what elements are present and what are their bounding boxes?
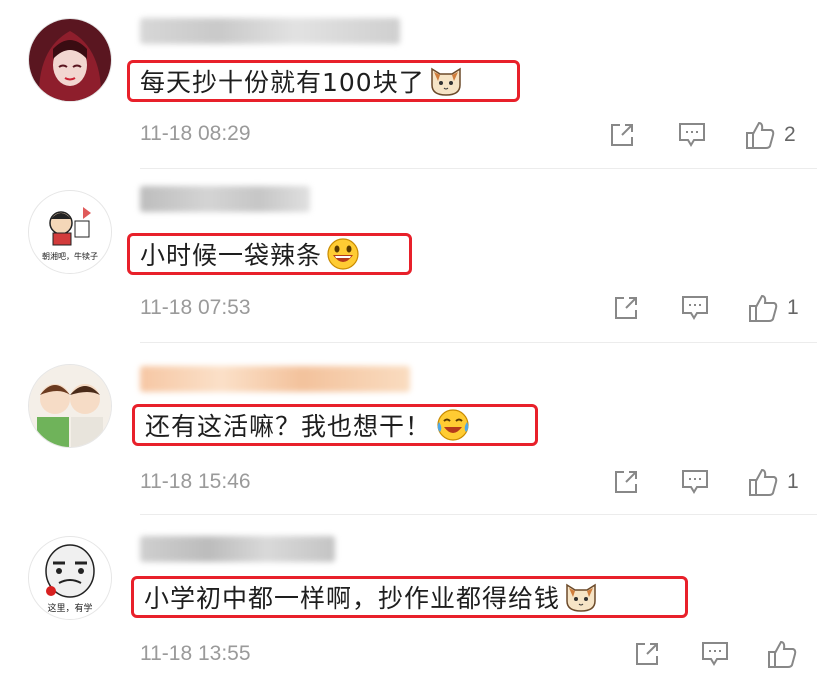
thumbs-up-icon <box>749 294 778 322</box>
comment-icon <box>682 296 708 320</box>
comment-highlight-box: 还有这活嘛？我也想干！ <box>132 404 538 446</box>
avatar-caption: 这里，有学 <box>47 602 92 614</box>
share-button[interactable] <box>612 468 640 496</box>
comment-highlight-box: 小时候一袋辣条 <box>127 233 412 275</box>
thumbs-up-icon <box>768 640 797 668</box>
thumbs-up-icon <box>746 121 775 149</box>
like-button[interactable]: 2 <box>744 119 796 151</box>
thumbs-up-icon <box>749 468 778 496</box>
comment-timestamp: 11-18 08:29 <box>140 122 251 145</box>
comment-text: 小时候一袋辣条 <box>140 241 323 270</box>
share-icon <box>611 124 633 146</box>
share-icon <box>615 297 637 319</box>
share-button[interactable] <box>608 121 636 149</box>
comment-text: 每天抄十份就有100块了 <box>140 68 425 97</box>
comment-item: 每天抄十份就有100块了 11-18 08:29 2 <box>0 0 817 170</box>
comment-divider <box>140 168 817 169</box>
cat-face-emoji-icon <box>564 581 598 613</box>
username-blurred <box>140 366 410 392</box>
share-button[interactable] <box>612 294 640 322</box>
comment-item: 朝湘吧，牛犊子 小时候一袋辣条 11-18 07:53 1 <box>0 170 817 343</box>
comment-icon <box>682 470 708 494</box>
comment-icon <box>679 123 705 147</box>
reply-button[interactable] <box>680 294 710 322</box>
reply-button[interactable] <box>677 121 707 149</box>
comment-item: 还有这活嘛？我也想干！ 11-18 15:46 1 <box>0 344 817 515</box>
like-button[interactable] <box>766 638 806 670</box>
avatar-couple-icon <box>29 365 111 447</box>
comment-timestamp: 11-18 07:53 <box>140 296 251 319</box>
share-icon <box>636 643 658 665</box>
comment-timestamp: 11-18 13:55 <box>140 642 251 665</box>
reply-button[interactable] <box>680 468 710 496</box>
comment-highlight-box: 每天抄十份就有100块了 <box>127 60 520 102</box>
avatar-hooded-girl-icon <box>29 19 111 101</box>
avatar-caption: 朝湘吧，牛犊子 <box>42 251 98 261</box>
avatar[interactable] <box>28 18 112 102</box>
reply-button[interactable] <box>700 640 730 668</box>
username-blurred <box>140 536 335 562</box>
comment-text: 还有这活嘛？我也想干！ <box>145 412 432 441</box>
share-icon <box>615 471 637 493</box>
avatar-cartoon-icon: 朝湘吧，牛犊子 <box>29 191 111 273</box>
like-count: 1 <box>787 296 799 319</box>
comment-item: 这里，有学 小学初中都一样啊，抄作业都得给钱 11-18 13:55 <box>0 516 817 688</box>
comment-highlight-box: 小学初中都一样啊，抄作业都得给钱 <box>131 576 688 618</box>
like-count: 2 <box>784 123 796 146</box>
avatar-meme-face-icon: 这里，有学 <box>29 537 111 619</box>
share-button[interactable] <box>633 640 661 668</box>
avatar[interactable] <box>28 364 112 448</box>
comment-divider <box>140 342 817 343</box>
laughing-crying-face-emoji-icon <box>435 408 471 442</box>
comment-text: 小学初中都一样啊，抄作业都得给钱 <box>144 584 561 613</box>
comment-divider <box>140 514 817 515</box>
cat-face-emoji-icon <box>429 65 463 97</box>
like-button[interactable]: 1 <box>747 292 799 324</box>
like-count: 1 <box>787 470 799 493</box>
grinning-face-emoji-icon <box>326 237 360 271</box>
username-blurred <box>140 186 310 212</box>
avatar[interactable]: 朝湘吧，牛犊子 <box>28 190 112 274</box>
comment-icon <box>702 642 728 666</box>
comment-timestamp: 11-18 15:46 <box>140 470 251 493</box>
username-blurred <box>140 18 400 44</box>
avatar[interactable]: 这里，有学 <box>28 536 112 620</box>
like-button[interactable]: 1 <box>747 466 799 498</box>
